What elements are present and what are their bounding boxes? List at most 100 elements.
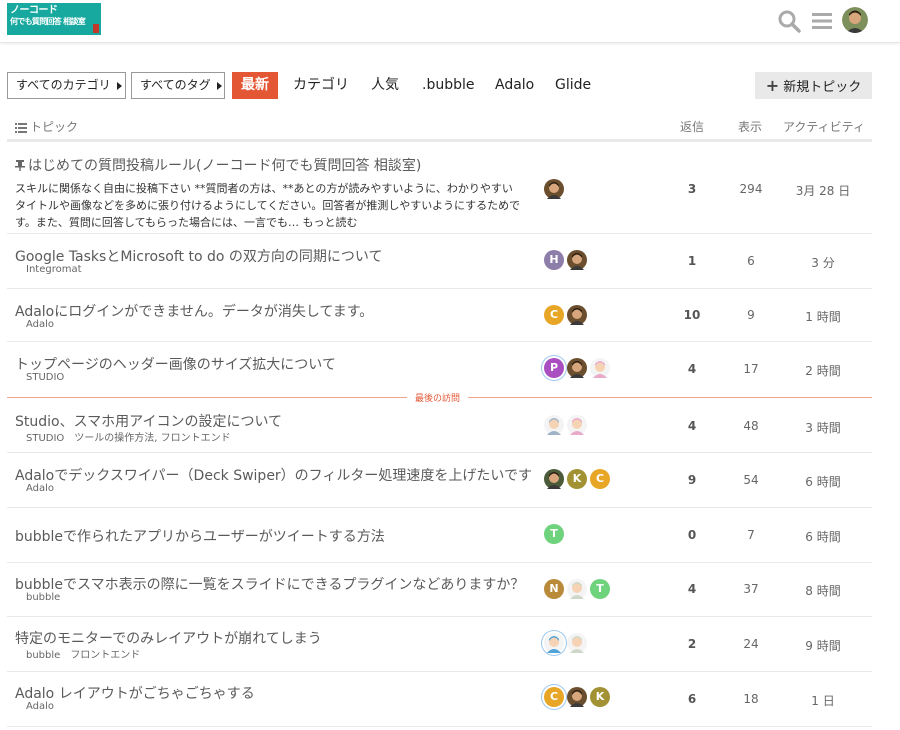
logo-seal: [93, 24, 99, 33]
tag-link[interactable]: bubble: [26, 592, 60, 603]
topic-title[interactable]: Adaloにログインができません。データが消失してます。: [15, 301, 373, 321]
poster-avatar-illustration[interactable]: [567, 579, 587, 599]
tag-link[interactable]: STUDIO: [26, 433, 64, 444]
topic-title[interactable]: Adalo レイアウトがごちゃごちゃする: [15, 683, 255, 703]
topic-title[interactable]: トップページのヘッダー画像のサイズ拡大について: [15, 354, 336, 374]
topic-title[interactable]: bubbleでスマホ表示の際に一覧をスライドにできるプラグインなどありますか？: [15, 574, 524, 594]
poster-avatar-illustration[interactable]: [544, 633, 564, 653]
tag-dropdown[interactable]: すべてのタグ: [131, 72, 225, 99]
tag-link[interactable]: Adalo: [26, 319, 54, 330]
poster-avatar-photo[interactable]: [544, 179, 564, 199]
poster-avatar-letter[interactable]: C: [544, 687, 564, 707]
replies-count[interactable]: 4: [667, 362, 717, 376]
poster-avatar-letter[interactable]: C: [590, 469, 610, 489]
poster-avatar-letter[interactable]: T: [544, 524, 564, 544]
replies-count[interactable]: 1: [667, 254, 717, 268]
plus-icon: +: [765, 76, 780, 95]
tag-link[interactable]: bubble: [26, 650, 60, 661]
poster-avatar-photo[interactable]: [544, 469, 564, 489]
topic-tags: bubble: [26, 592, 70, 603]
poster-avatar-letter[interactable]: K: [567, 469, 587, 489]
tag-link[interactable]: STUDIO: [26, 372, 64, 383]
avatar-face-icon: [570, 636, 584, 653]
column-replies[interactable]: 返信: [680, 118, 704, 135]
replies-count[interactable]: 4: [667, 582, 717, 596]
activity-time[interactable]: 6 時間: [777, 473, 869, 490]
poster-avatar-letter[interactable]: P: [544, 358, 564, 378]
topic-row: bubbleで作られたアプリからユーザーがツイートする方法 T 0 7 6 時間: [7, 508, 872, 563]
site-logo[interactable]: ノーコード 何でも質問回答 相談室: [7, 3, 101, 35]
replies-count[interactable]: 9: [667, 473, 717, 487]
poster-avatar-letter[interactable]: N: [544, 579, 564, 599]
site-header: ノーコード 何でも質問回答 相談室: [0, 0, 900, 43]
category-dropdown[interactable]: すべてのカテゴリ: [7, 72, 126, 99]
search-icon[interactable]: [776, 8, 802, 34]
activity-time[interactable]: 6 時間: [777, 528, 869, 545]
topic-title[interactable]: bubbleで作られたアプリからユーザーがツイートする方法: [15, 526, 385, 546]
poster-avatar-illustration[interactable]: [567, 415, 587, 435]
replies-count[interactable]: 6: [667, 692, 717, 706]
activity-time[interactable]: 2 時間: [777, 362, 869, 379]
nav-glide[interactable]: Glide: [555, 72, 591, 99]
category-dropdown-label: すべてのカテゴリ: [16, 78, 111, 92]
poster-avatar-letter[interactable]: K: [590, 687, 610, 707]
tag-link[interactable]: Integromat: [26, 264, 82, 275]
topic-tags: Adalo: [26, 483, 64, 494]
topic-row: はじめての質問投稿ルール(ノーコード何でも質問回答 相談室) スキルに関係なく自…: [7, 145, 872, 234]
activity-time[interactable]: 9 時間: [777, 637, 869, 654]
poster-avatar-letter[interactable]: C: [544, 305, 564, 325]
tag-link[interactable]: フロントエンド: [70, 650, 140, 661]
replies-count[interactable]: 0: [667, 528, 717, 542]
poster-avatar-photo[interactable]: [567, 358, 587, 378]
topic-title[interactable]: Google TasksとMicrosoft to do の双方向の同期について: [15, 246, 382, 266]
poster-avatar-photo[interactable]: [567, 687, 587, 707]
replies-count[interactable]: 2: [667, 637, 717, 651]
tag-link[interactable]: フロントエンド: [161, 433, 231, 444]
activity-time[interactable]: 1 時間: [777, 308, 869, 325]
read-more-link[interactable]: もっと読む: [303, 216, 358, 229]
replies-count[interactable]: 10: [667, 308, 717, 322]
poster-avatar-illustration[interactable]: [590, 358, 610, 378]
poster-avatar-photo[interactable]: [567, 305, 587, 325]
tag-link[interactable]: Adalo: [26, 701, 54, 712]
nav-top[interactable]: 人気: [371, 72, 399, 99]
views-count: 48: [743, 419, 759, 433]
tag-link[interactable]: ツールの操作方法: [74, 433, 154, 444]
replies-count[interactable]: 3: [667, 182, 717, 196]
column-views[interactable]: 表示: [738, 118, 762, 135]
topic-title[interactable]: はじめての質問投稿ルール(ノーコード何でも質問回答 相談室): [15, 155, 421, 175]
nav-adalo[interactable]: Adalo: [495, 72, 534, 99]
pin-icon: [15, 160, 25, 171]
poster-avatar-letter[interactable]: T: [590, 579, 610, 599]
topic-title[interactable]: 特定のモニターでのみレイアウトが崩れてしまう: [15, 628, 322, 648]
nav-latest[interactable]: 最新: [232, 72, 278, 99]
views-count: 9: [747, 308, 755, 322]
user-avatar[interactable]: [842, 7, 868, 33]
nav-bubble[interactable]: .bubble: [422, 72, 475, 99]
hamburger-menu-icon[interactable]: [809, 8, 835, 34]
avatar-face-icon: [570, 418, 584, 435]
topic-row: Adalo レイアウトがごちゃごちゃする Adalo C K 6 18 1 日: [7, 672, 872, 727]
column-activity[interactable]: アクティビティ: [783, 118, 865, 135]
replies-count[interactable]: 4: [667, 419, 717, 433]
nav-categories[interactable]: カテゴリ: [293, 72, 349, 99]
topic-tags: bubble フロントエンド: [26, 646, 150, 661]
activity-time[interactable]: 8 時間: [777, 582, 869, 599]
poster-avatar-photo[interactable]: [567, 250, 587, 270]
poster-avatar-illustration[interactable]: [544, 415, 564, 435]
new-topic-button[interactable]: + 新規トピック: [755, 72, 872, 99]
activity-time[interactable]: 1 日: [777, 692, 869, 709]
activity-time[interactable]: 3 分: [777, 254, 869, 271]
topic-excerpt-text: スキルに関係なく自由に投稿下さい **質問者の方は、**あとの方が読みやすいよう…: [15, 182, 521, 229]
activity-time[interactable]: 3月 28 日: [777, 182, 869, 199]
poster-avatar-letter[interactable]: H: [544, 250, 564, 270]
poster-avatar-illustration[interactable]: [567, 633, 587, 653]
column-topic[interactable]: トピック: [15, 118, 78, 135]
topic-row: Adaloにログインができません。データが消失してます。 Adalo C 10 …: [7, 289, 872, 342]
topic-title[interactable]: Adaloでデックスワイパー（Deck Swiper）のフィルター処理速度を上げ…: [15, 465, 532, 485]
activity-time[interactable]: 3 時間: [777, 419, 869, 436]
tag-link[interactable]: Adalo: [26, 483, 54, 494]
topic-title[interactable]: Studio、スマホ用アイコンの設定について: [15, 411, 282, 431]
topic-title-text: はじめての質問投稿ルール(ノーコード何でも質問回答 相談室): [28, 158, 422, 174]
views-count: 294: [739, 182, 763, 196]
